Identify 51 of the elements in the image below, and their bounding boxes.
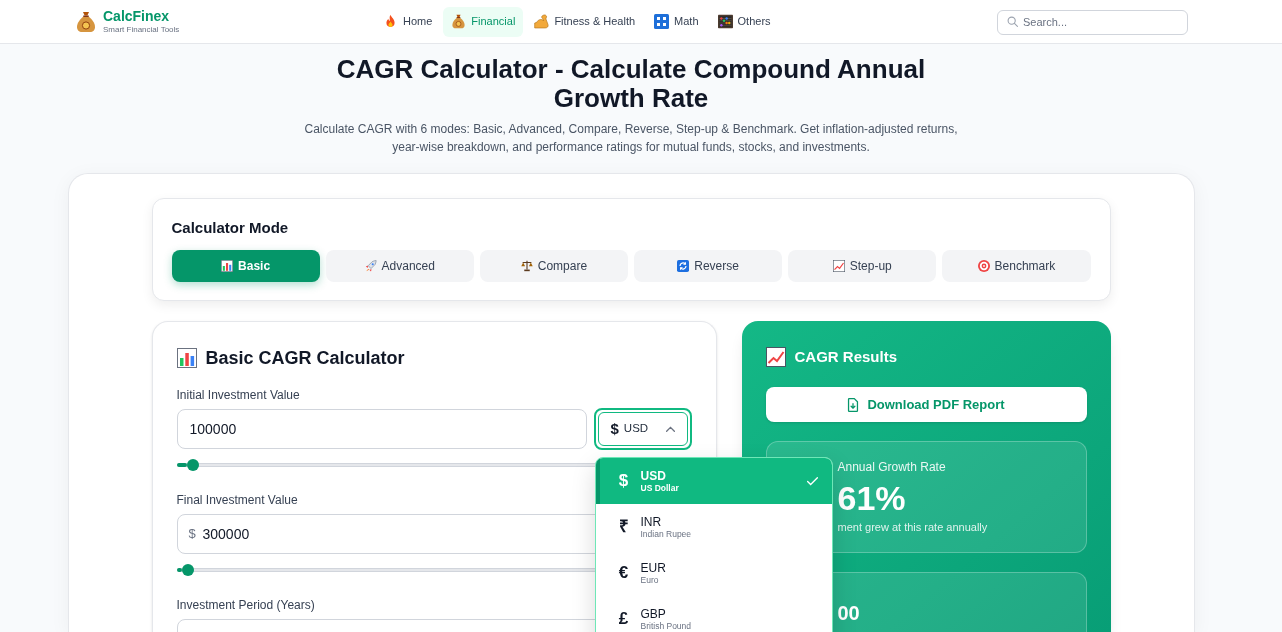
- money-bag-icon: [76, 10, 96, 33]
- input-field[interactable]: 100000: [176, 409, 587, 449]
- mode-tab[interactable]: Advanced: [325, 250, 474, 282]
- panel-title: CAGR Results: [794, 347, 898, 367]
- currency-option[interactable]: £ GBP British Pound: [595, 596, 832, 632]
- result-value: 61%: [837, 478, 907, 518]
- result-note: ment grew at this rate annually: [837, 520, 989, 534]
- mode-tab[interactable]: Benchmark: [942, 250, 1091, 282]
- currency-option[interactable]: € EUR Euro: [595, 550, 832, 596]
- money-bag-icon: [451, 14, 467, 29]
- currency-select[interactable]: $ USD: [593, 408, 692, 450]
- nav-link[interactable]: Financial: [443, 6, 524, 37]
- slider-thumb[interactable]: [186, 459, 199, 471]
- rocket-icon: [364, 260, 377, 272]
- field-label: Initial Investment Value: [176, 387, 301, 403]
- target-icon: [977, 260, 990, 272]
- page-description: Calculate CAGR with 6 modes: Basic, Advanced, Compare, Reverse, Step-up & Benchmark. Get inflation-adjusted returns, year-wise breakdown, and performance ratings for mutual funds, stocks, and investments.: [303, 121, 959, 156]
- mode-tab[interactable]: Reverse: [634, 250, 783, 282]
- nav-link[interactable]: Others: [709, 6, 779, 37]
- search-icon: [1007, 16, 1018, 27]
- chevron-up-icon: [665, 426, 675, 432]
- nav-link[interactable]: Math: [646, 6, 707, 37]
- grid-tile-icon: [654, 14, 670, 29]
- check-icon: [806, 476, 818, 486]
- bar-chart-icon: [221, 260, 234, 272]
- search-field[interactable]: Search...: [997, 9, 1188, 35]
- bar-chart-icon: [176, 348, 197, 368]
- line-chart-icon: [765, 347, 786, 367]
- slider-thumb[interactable]: [181, 564, 194, 576]
- abacus-icon: [717, 14, 733, 29]
- field-label: Investment Period (Years): [176, 597, 316, 613]
- brand-tagline: Smart Financial Tools: [103, 25, 180, 35]
- panel-title: Calculator Mode: [171, 219, 290, 237]
- nav-link[interactable]: Fitness & Health: [526, 6, 644, 37]
- result-value: 00: [837, 601, 861, 625]
- scales-icon: [520, 260, 533, 272]
- card-title: Basic CAGR Calculator: [205, 347, 405, 369]
- mode-tab[interactable]: Compare: [479, 250, 628, 282]
- mode-tab[interactable]: Step-up: [788, 250, 937, 282]
- mode-tab[interactable]: Basic: [171, 250, 320, 282]
- field-label: Final Investment Value: [176, 492, 299, 508]
- page-title: CAGR Calculator - Calculate Compound Annual Growth Rate: [335, 55, 927, 113]
- flexed-arm-icon: [534, 14, 550, 29]
- result-label: Annual Growth Rate: [837, 459, 947, 475]
- download-button[interactable]: Download PDF Report: [765, 387, 1087, 422]
- brand-name[interactable]: CalcFinex: [103, 8, 180, 25]
- file-download-icon: [847, 397, 860, 412]
- nav-link[interactable]: Home: [375, 6, 441, 37]
- refresh-icon: [677, 260, 690, 272]
- line-chart-icon: [832, 260, 845, 272]
- currency-prefix: $: [188, 526, 196, 542]
